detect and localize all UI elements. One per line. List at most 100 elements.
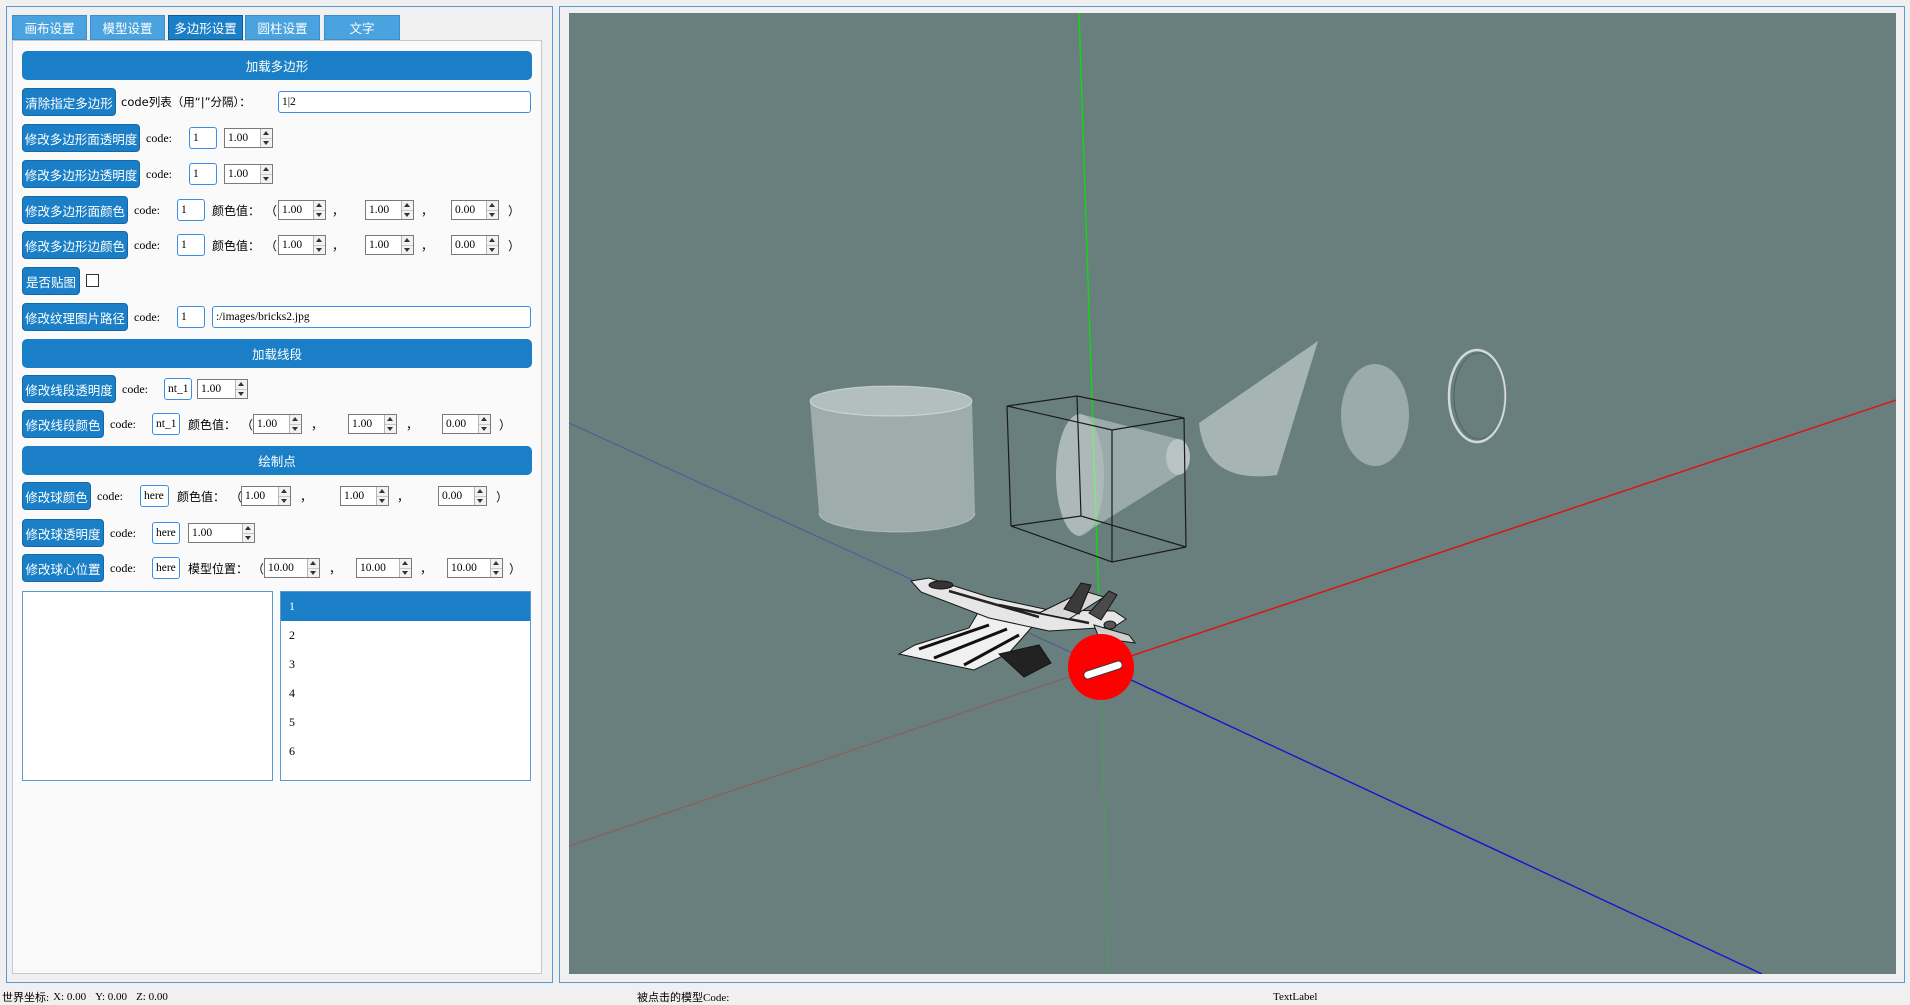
opacity-spinbox[interactable]: 1.00 (224, 128, 273, 148)
spin-up-icon[interactable] (402, 236, 413, 246)
spin-down-icon[interactable] (314, 246, 325, 255)
load-polygon-button[interactable]: 加载多边形 (22, 51, 532, 80)
code-input[interactable]: 1 (177, 306, 205, 328)
spin-down-icon[interactable] (243, 534, 254, 543)
spinbox-arrows[interactable] (313, 201, 325, 219)
spinbox-arrows[interactable] (289, 415, 301, 433)
texture-path-button[interactable]: 修改纹理图片路径 (22, 303, 128, 331)
opacity-spinbox[interactable]: 1.00 (197, 379, 248, 399)
left-list[interactable] (22, 591, 273, 781)
spinbox-arrows[interactable] (384, 415, 396, 433)
code-input[interactable]: 1 (177, 234, 205, 256)
opacity-spinbox[interactable]: 1.00 (224, 164, 273, 184)
spin-up-icon[interactable] (400, 559, 411, 569)
spin-up-icon[interactable] (475, 487, 486, 497)
blue-spinbox[interactable]: 0.00 (451, 200, 499, 220)
cylinder-model[interactable] (809, 385, 976, 533)
spin-down-icon[interactable] (236, 390, 247, 399)
green-spinbox[interactable]: 1.00 (365, 235, 414, 255)
spin-down-icon[interactable] (402, 246, 413, 255)
polygon-face-opacity-button[interactable]: 修改多边形面透明度 (22, 124, 140, 152)
spin-down-icon[interactable] (402, 211, 413, 220)
spin-up-icon[interactable] (377, 487, 388, 497)
spin-up-icon[interactable] (314, 201, 325, 211)
polygon-edge-color-button[interactable]: 修改多边形边颜色 (22, 231, 128, 259)
spin-down-icon[interactable] (475, 497, 486, 506)
spinbox-arrows[interactable] (478, 415, 490, 433)
spin-down-icon[interactable] (314, 211, 325, 220)
code-input[interactable]: 1 (189, 163, 217, 185)
spin-up-icon[interactable] (308, 559, 319, 569)
scene-canvas[interactable] (569, 13, 1896, 974)
opacity-spinbox[interactable]: 1.00 (188, 523, 255, 543)
spinbox-arrows[interactable] (490, 559, 502, 577)
3d-viewport[interactable] (569, 13, 1896, 974)
spin-up-icon[interactable] (290, 415, 301, 425)
spin-down-icon[interactable] (491, 569, 502, 578)
spin-up-icon[interactable] (491, 559, 502, 569)
spin-up-icon[interactable] (261, 129, 272, 139)
texture-toggle-button[interactable]: 是否贴图 (22, 267, 80, 295)
spin-up-icon[interactable] (236, 380, 247, 390)
spinbox-arrows[interactable] (260, 129, 272, 147)
spin-up-icon[interactable] (385, 415, 396, 425)
list-item[interactable]: 1 (281, 592, 530, 621)
spinbox-arrows[interactable] (242, 524, 254, 542)
disk-model[interactable] (1341, 364, 1409, 466)
position-y-spinbox[interactable]: 10.00 (356, 558, 412, 578)
spinbox-arrows[interactable] (307, 559, 319, 577)
tab-polygon-settings[interactable]: 多边形设置 (168, 15, 243, 40)
list-item[interactable]: 2 (281, 621, 530, 650)
red-spinbox[interactable]: 1.00 (278, 235, 326, 255)
spin-up-icon[interactable] (243, 524, 254, 534)
spinbox-arrows[interactable] (399, 559, 411, 577)
list-item[interactable]: 4 (281, 679, 530, 708)
spin-down-icon[interactable] (479, 425, 490, 434)
spin-up-icon[interactable] (487, 201, 498, 211)
clear-polygon-button[interactable]: 清除指定多边形 (22, 88, 116, 116)
spin-down-icon[interactable] (261, 139, 272, 148)
green-spinbox[interactable]: 1.00 (365, 200, 414, 220)
position-x-spinbox[interactable]: 10.00 (264, 558, 320, 578)
spin-down-icon[interactable] (290, 425, 301, 434)
red-spinbox[interactable]: 1.00 (253, 414, 302, 434)
spinbox-arrows[interactable] (313, 236, 325, 254)
tab-cylinder-settings[interactable]: 圆柱设置 (245, 15, 320, 40)
list-item[interactable]: 5 (281, 708, 530, 737)
frustum-model[interactable] (1056, 414, 1190, 536)
texture-checkbox[interactable] (86, 274, 99, 287)
spinbox-arrows[interactable] (474, 487, 486, 505)
code-input[interactable]: nt_1 (152, 413, 180, 435)
spin-down-icon[interactable] (308, 569, 319, 578)
draw-points-button[interactable]: 绘制点 (22, 446, 532, 475)
spinbox-arrows[interactable] (376, 487, 388, 505)
spinbox-arrows[interactable] (278, 487, 290, 505)
code-input[interactable]: here (140, 485, 169, 507)
line-color-button[interactable]: 修改线段颜色 (22, 410, 104, 438)
spin-up-icon[interactable] (261, 165, 272, 175)
code-input[interactable]: 1 (177, 199, 205, 221)
blue-spinbox[interactable]: 0.00 (451, 235, 499, 255)
blue-spinbox[interactable]: 0.00 (442, 414, 491, 434)
code-input[interactable]: here (152, 557, 180, 579)
sphere-opacity-button[interactable]: 修改球透明度 (22, 519, 104, 547)
code-input[interactable]: here (152, 522, 180, 544)
code-list[interactable]: 1 2 3 4 5 6 (280, 591, 531, 781)
spin-up-icon[interactable] (479, 415, 490, 425)
tab-model-settings[interactable]: 模型设置 (90, 15, 165, 40)
cone-model[interactable] (1199, 341, 1318, 477)
spin-up-icon[interactable] (279, 487, 290, 497)
code-input[interactable]: 1 (189, 127, 217, 149)
tab-canvas-settings[interactable]: 画布设置 (12, 15, 87, 40)
spinbox-arrows[interactable] (401, 236, 413, 254)
spin-down-icon[interactable] (400, 569, 411, 578)
list-item[interactable]: 3 (281, 650, 530, 679)
line-opacity-button[interactable]: 修改线段透明度 (22, 375, 116, 403)
sphere-position-button[interactable]: 修改球心位置 (22, 554, 104, 582)
green-spinbox[interactable]: 1.00 (340, 486, 389, 506)
spin-up-icon[interactable] (402, 201, 413, 211)
green-spinbox[interactable]: 1.00 (348, 414, 397, 434)
polygon-edge-opacity-button[interactable]: 修改多边形边透明度 (22, 160, 140, 188)
spin-down-icon[interactable] (279, 497, 290, 506)
spinbox-arrows[interactable] (235, 380, 247, 398)
